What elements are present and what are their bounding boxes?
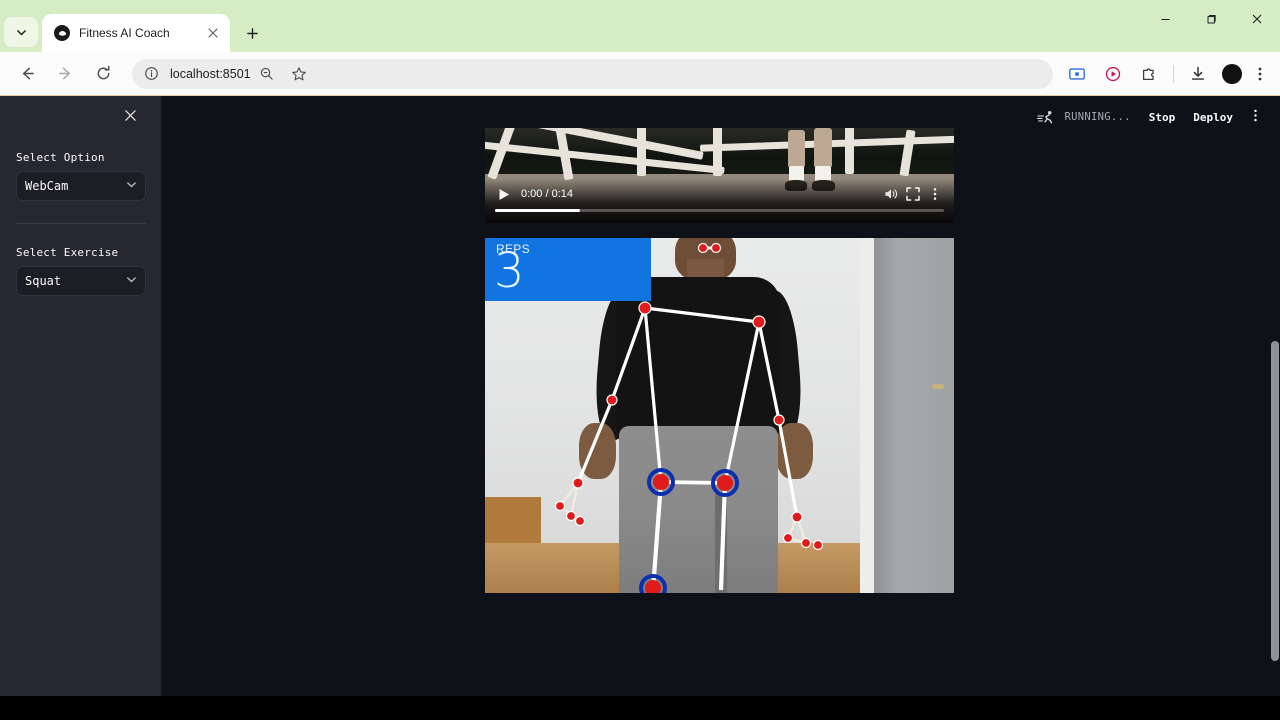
download-icon — [1191, 66, 1205, 80]
streamlit-status-bar: RUNNING... Stop Deploy — [1037, 108, 1262, 126]
deploy-button[interactable]: Deploy — [1193, 111, 1233, 124]
forward-arrow-icon — [58, 67, 70, 80]
kebab-menu-icon — [933, 188, 937, 200]
desktop-bottom-band — [0, 696, 1280, 720]
video-time-display: 0:00 / 0:14 — [521, 188, 573, 200]
window-controls — [1142, 0, 1280, 38]
video-progress-bar[interactable] — [495, 209, 944, 212]
browser-window: Fitness AI Coach localhost:8501 Select O… — [0, 0, 1280, 696]
browser-menu-button[interactable] — [1248, 60, 1272, 88]
tab-favicon-icon — [54, 25, 70, 41]
select-option-group: Select Option WebCam — [16, 151, 146, 201]
window-minimize-button[interactable] — [1142, 0, 1188, 38]
browser-tab[interactable]: Fitness AI Coach — [42, 14, 230, 52]
kebab-menu-icon — [1254, 109, 1257, 122]
record-extension-button[interactable] — [1099, 60, 1127, 88]
back-arrow-icon — [22, 67, 34, 80]
chevron-down-icon — [16, 29, 26, 35]
running-status-text: RUNNING... — [1064, 111, 1131, 123]
reps-value: 3 — [494, 243, 525, 299]
screen-capture-icon — [1069, 67, 1085, 80]
pose-estimation-frame: REPS 3 — [485, 238, 954, 593]
video-volume-button[interactable] — [880, 184, 902, 204]
page-scrollbar[interactable] — [1269, 96, 1280, 696]
tab-strip: Fitness AI Coach — [0, 0, 1280, 52]
app-main: RUNNING... Stop Deploy 0:00 / 0:14 REPS … — [162, 96, 1280, 696]
close-icon — [1252, 14, 1262, 24]
star-icon[interactable] — [285, 60, 313, 88]
screen-capture-extension-button[interactable] — [1063, 60, 1091, 88]
app-sidebar: Select Option WebCam Select Exercise Squ… — [0, 96, 162, 696]
profile-avatar[interactable] — [1222, 63, 1242, 84]
select-option-dropdown[interactable]: WebCam — [16, 171, 146, 201]
window-maximize-button[interactable] — [1188, 0, 1234, 38]
stop-button[interactable]: Stop — [1149, 111, 1176, 124]
extensions-button[interactable] — [1135, 60, 1163, 88]
forward-button[interactable] — [49, 58, 81, 90]
minimize-icon — [1160, 18, 1170, 20]
reload-button[interactable] — [87, 58, 119, 90]
select-exercise-group: Select Exercise Squat — [16, 246, 146, 296]
tab-search-button[interactable] — [4, 17, 38, 47]
zoom-out-magnifier-icon[interactable] — [253, 60, 281, 88]
select-exercise-dropdown[interactable]: Squat — [16, 266, 146, 296]
play-icon — [499, 188, 509, 200]
back-button[interactable] — [11, 58, 43, 90]
sidebar-close-button[interactable] — [121, 106, 139, 124]
video-play-button[interactable] — [493, 184, 515, 204]
toolbar-divider — [1173, 64, 1174, 83]
window-close-button[interactable] — [1234, 0, 1280, 38]
reps-badge: REPS 3 — [485, 238, 651, 301]
plus-icon — [246, 27, 258, 39]
info-circle-icon[interactable] — [142, 65, 160, 83]
select-option-value: WebCam — [25, 179, 69, 193]
video-fullscreen-button[interactable] — [902, 184, 924, 204]
address-bar[interactable]: localhost:8501 — [132, 58, 1053, 89]
running-man-icon — [1037, 110, 1057, 124]
page-scrollbar-thumb[interactable] — [1271, 341, 1279, 661]
extensions-puzzle-icon — [1142, 67, 1154, 80]
tab-close-icon[interactable] — [204, 24, 222, 42]
select-option-label: Select Option — [16, 151, 105, 164]
video-controls: 0:00 / 0:14 — [485, 179, 954, 223]
record-play-icon — [1105, 66, 1121, 81]
streamlit-menu-button[interactable] — [1249, 108, 1262, 126]
omnibox-actions — [251, 60, 315, 88]
tab-title: Fitness AI Coach — [79, 26, 170, 40]
maximize-icon — [1207, 14, 1216, 23]
reload-icon — [97, 65, 109, 80]
browser-toolbar: localhost:8501 — [0, 52, 1280, 96]
chevron-down-icon — [126, 274, 137, 288]
page-viewport: Select Option WebCam Select Exercise Squ… — [0, 96, 1280, 696]
downloads-button[interactable] — [1184, 60, 1212, 88]
new-tab-button[interactable] — [238, 19, 266, 47]
kebab-menu-icon — [1258, 67, 1262, 80]
chevron-down-icon — [126, 179, 137, 193]
volume-icon — [884, 189, 897, 199]
close-icon — [124, 109, 136, 121]
video-player[interactable]: 0:00 / 0:14 — [485, 128, 954, 223]
select-exercise-value: Squat — [25, 274, 62, 288]
fullscreen-icon — [906, 187, 920, 201]
video-controls-row: 0:00 / 0:14 — [493, 184, 946, 204]
select-exercise-label: Select Exercise — [16, 246, 119, 259]
video-progress-fill — [495, 209, 581, 212]
video-menu-button[interactable] — [924, 184, 946, 204]
url-text: localhost:8501 — [170, 66, 251, 81]
